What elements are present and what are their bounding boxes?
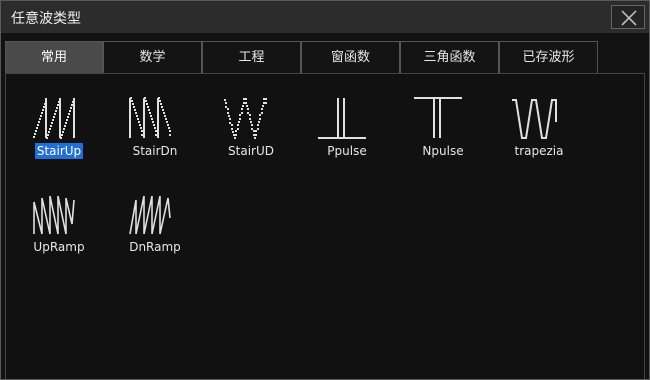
stair-updown-wave-icon: [224, 97, 267, 139]
tab-window-function[interactable]: 窗函数: [301, 41, 400, 73]
waveform-label: Npulse: [422, 144, 464, 158]
waveform-item-ppulse[interactable]: Ppulse: [302, 78, 392, 168]
stair-down-wave-icon: [129, 97, 171, 138]
waveform-item-stairdn[interactable]: StairDn: [110, 78, 200, 168]
waveform-item-dnramp[interactable]: DnRamp: [110, 174, 200, 264]
waveform-label: DnRamp: [129, 240, 181, 254]
tab-math[interactable]: 数学: [103, 41, 202, 73]
close-icon: [621, 10, 637, 26]
tab-common[interactable]: 常用: [5, 41, 103, 73]
waveform-label: StairUD: [228, 144, 274, 158]
waveform-label: StairDn: [132, 144, 178, 158]
tab-saved-waves[interactable]: 已存波形: [499, 41, 598, 73]
waveform-label: StairUp: [34, 143, 84, 159]
up-ramp-wave-icon: [33, 195, 75, 235]
tab-trig-function[interactable]: 三角函数: [400, 41, 499, 73]
positive-pulse-icon: [318, 98, 366, 139]
waveform-item-trapezia[interactable]: trapezia: [494, 78, 584, 168]
dialog-titlebar: 任意波类型: [1, 1, 649, 33]
waveform-label: Ppulse: [327, 144, 367, 158]
waveform-item-upramp[interactable]: UpRamp: [14, 174, 104, 264]
waveform-item-npulse[interactable]: Npulse: [398, 78, 488, 168]
dialog-title: 任意波类型: [11, 11, 81, 27]
waveform-item-stairup[interactable]: StairUp: [14, 78, 104, 168]
close-button[interactable]: [611, 5, 645, 29]
arbitrary-wave-dialog: 任意波类型 常用 数学 工程 窗函数 三角函数 已存波形 StairUp Sta…: [0, 0, 650, 380]
waveform-item-stairud[interactable]: StairUD: [206, 78, 296, 168]
waveform-label: trapezia: [514, 144, 564, 158]
category-tabs: 常用 数学 工程 窗函数 三角函数 已存波形: [5, 41, 645, 73]
waveform-label: UpRamp: [33, 240, 85, 254]
trapezia-wave-icon: [512, 99, 557, 139]
waveform-panel: StairUp StairDn StairUD Ppulse Npulse tr…: [5, 73, 645, 379]
tab-engineering[interactable]: 工程: [202, 41, 301, 73]
negative-pulse-icon: [414, 97, 462, 138]
down-ramp-wave-icon: [129, 195, 171, 235]
stair-up-wave-icon: [33, 98, 75, 139]
